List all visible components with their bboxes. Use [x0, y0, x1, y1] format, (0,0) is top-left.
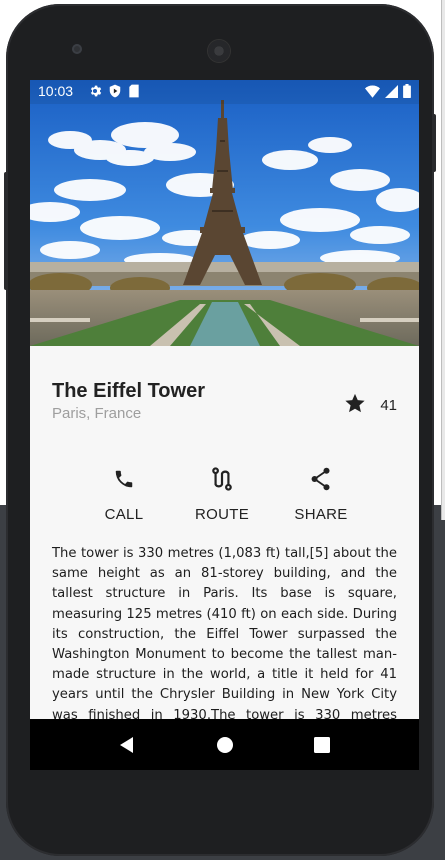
battery-icon — [403, 84, 411, 101]
app-screen: 10:03 The Eiffel Tower Paris, France 41 … — [30, 80, 419, 770]
route-label: ROUTE — [195, 506, 249, 523]
route-button[interactable]: ROUTE — [174, 464, 270, 523]
earpiece-speaker — [208, 40, 230, 62]
eiffel-tower-photo — [30, 80, 419, 346]
phone-frame: 10:03 The Eiffel Tower Paris, France 41 … — [4, 4, 436, 856]
status-time: 10:03 — [38, 83, 74, 99]
phone-icon — [76, 464, 172, 494]
star-icon[interactable] — [344, 392, 366, 418]
status-bar: 10:03 — [30, 80, 419, 104]
signal-icon — [385, 84, 398, 101]
share-label: SHARE — [294, 506, 348, 523]
front-camera — [72, 44, 82, 54]
volume-button[interactable] — [4, 172, 8, 290]
call-button[interactable]: CALL — [76, 464, 172, 523]
home-icon[interactable] — [215, 735, 235, 755]
navigation-bar — [30, 719, 419, 770]
window-edge — [441, 0, 445, 520]
share-button[interactable]: SHARE — [273, 464, 369, 523]
wifi-icon — [365, 85, 380, 101]
power-button[interactable] — [432, 114, 436, 172]
favorite-control[interactable]: 41 — [344, 392, 397, 418]
sd-card-icon — [128, 84, 140, 101]
description-text: The tower is 330 metres (1,083 ft) tall,… — [52, 546, 397, 743]
share-icon — [273, 464, 369, 494]
call-label: CALL — [104, 506, 144, 523]
hero-image — [30, 80, 419, 346]
gear-icon — [88, 84, 102, 101]
action-row: CALL ROUTE SHARE — [30, 464, 419, 524]
play-protect-icon — [108, 84, 122, 101]
back-icon[interactable] — [117, 735, 137, 755]
favorite-count: 41 — [380, 396, 397, 414]
recents-icon[interactable] — [312, 735, 332, 755]
route-icon — [174, 464, 270, 494]
